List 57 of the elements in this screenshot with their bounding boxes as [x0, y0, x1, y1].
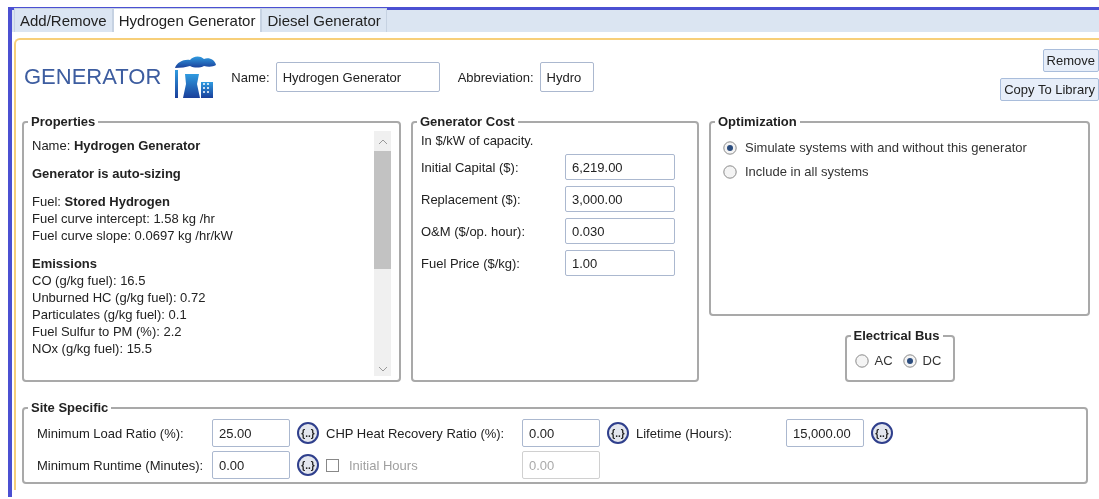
scrollbar[interactable]: [374, 131, 391, 376]
radio-button[interactable]: [723, 164, 737, 179]
name-field[interactable]: Hydrogen Generator: [275, 62, 440, 92]
property-text: Fuel curve slope: 0.0697 kg /hr/kW: [32, 227, 234, 244]
property-text: Fuel: Stored Hydrogen: [32, 193, 171, 210]
property-text: Name: Hydrogen Generator: [32, 137, 202, 154]
note-text: In $/kW of capacity.: [421, 133, 535, 148]
group-title: Generator Cost: [419, 114, 516, 129]
property-text: Fuel Sulfur to PM (%): 2.2: [32, 323, 183, 340]
advanced-button[interactable]: {..}: [607, 422, 629, 444]
field-label: O&M ($/op. hour):: [421, 223, 526, 239]
advanced-button[interactable]: {..}: [297, 422, 319, 444]
input-field[interactable]: 25.00: [212, 419, 290, 447]
property-text: NOx (g/kg fuel): 15.5: [32, 340, 153, 357]
group-title: Properties: [30, 114, 97, 129]
field-label: Name:: [231, 69, 270, 85]
option-label: Include in all systems: [745, 164, 869, 179]
input-field[interactable]: 0.00: [522, 419, 600, 447]
section-title: GENERATOR: [24, 64, 162, 90]
input-field[interactable]: 0.00: [212, 451, 290, 479]
checkbox-label: Initial Hours: [349, 457, 418, 473]
tab[interactable]: Diesel Generator: [261, 8, 387, 32]
group-title: Optimization: [717, 114, 798, 129]
field-label: Lifetime (Hours):: [636, 425, 734, 441]
property-heading: Emissions: [32, 255, 99, 272]
field-label: Minimum Runtime (Minutes):: [37, 457, 205, 473]
property-text: Fuel curve intercept: 1.58 kg /hr: [32, 210, 216, 227]
property-text: CO (g/kg fuel): 16.5: [32, 272, 147, 289]
input-field[interactable]: 15,000.00: [786, 419, 864, 447]
property-text: Unburned HC (g/kg fuel): 0.72: [32, 289, 207, 306]
input-field[interactable]: 3,000.00: [565, 186, 675, 212]
input-field[interactable]: 1.00: [565, 250, 675, 276]
input-field[interactable]: 6,219.00: [565, 154, 675, 180]
field-label: CHP Heat Recovery Ratio (%):: [326, 425, 506, 441]
property-text: Particulates (g/kg fuel): 0.1: [32, 306, 188, 323]
remove-button[interactable]: Remove: [1042, 49, 1099, 72]
field-label: Replacement ($):: [421, 191, 521, 207]
option-label: Simulate systems with and without this generator: [745, 140, 1027, 155]
radio-button[interactable]: [854, 353, 869, 368]
radio-button[interactable]: [902, 353, 917, 368]
radio-button[interactable]: [723, 140, 737, 155]
abbreviation-field[interactable]: Hydro: [539, 62, 594, 92]
field-label: Fuel Price ($/kg):: [421, 255, 520, 271]
advanced-button[interactable]: {..}: [871, 422, 893, 444]
advanced-button[interactable]: {..}: [297, 454, 319, 476]
field-label: Initial Capital ($):: [421, 159, 519, 175]
group-title: Electrical Bus: [852, 328, 941, 343]
tab[interactable]: Add/Remove: [14, 8, 113, 32]
copy-button[interactable]: Copy To Library: [1000, 78, 1099, 101]
option-label: AC: [874, 353, 893, 368]
group-title: Site Specific: [30, 400, 110, 415]
option-label: DC: [922, 353, 942, 368]
tab[interactable]: Hydrogen Generator: [112, 8, 262, 32]
field-label: Abbreviation:: [457, 69, 534, 85]
property-heading: Generator is auto-sizing: [32, 165, 182, 182]
field-label: Minimum Load Ratio (%):: [37, 425, 185, 441]
input-field[interactable]: 0.030: [565, 218, 675, 244]
